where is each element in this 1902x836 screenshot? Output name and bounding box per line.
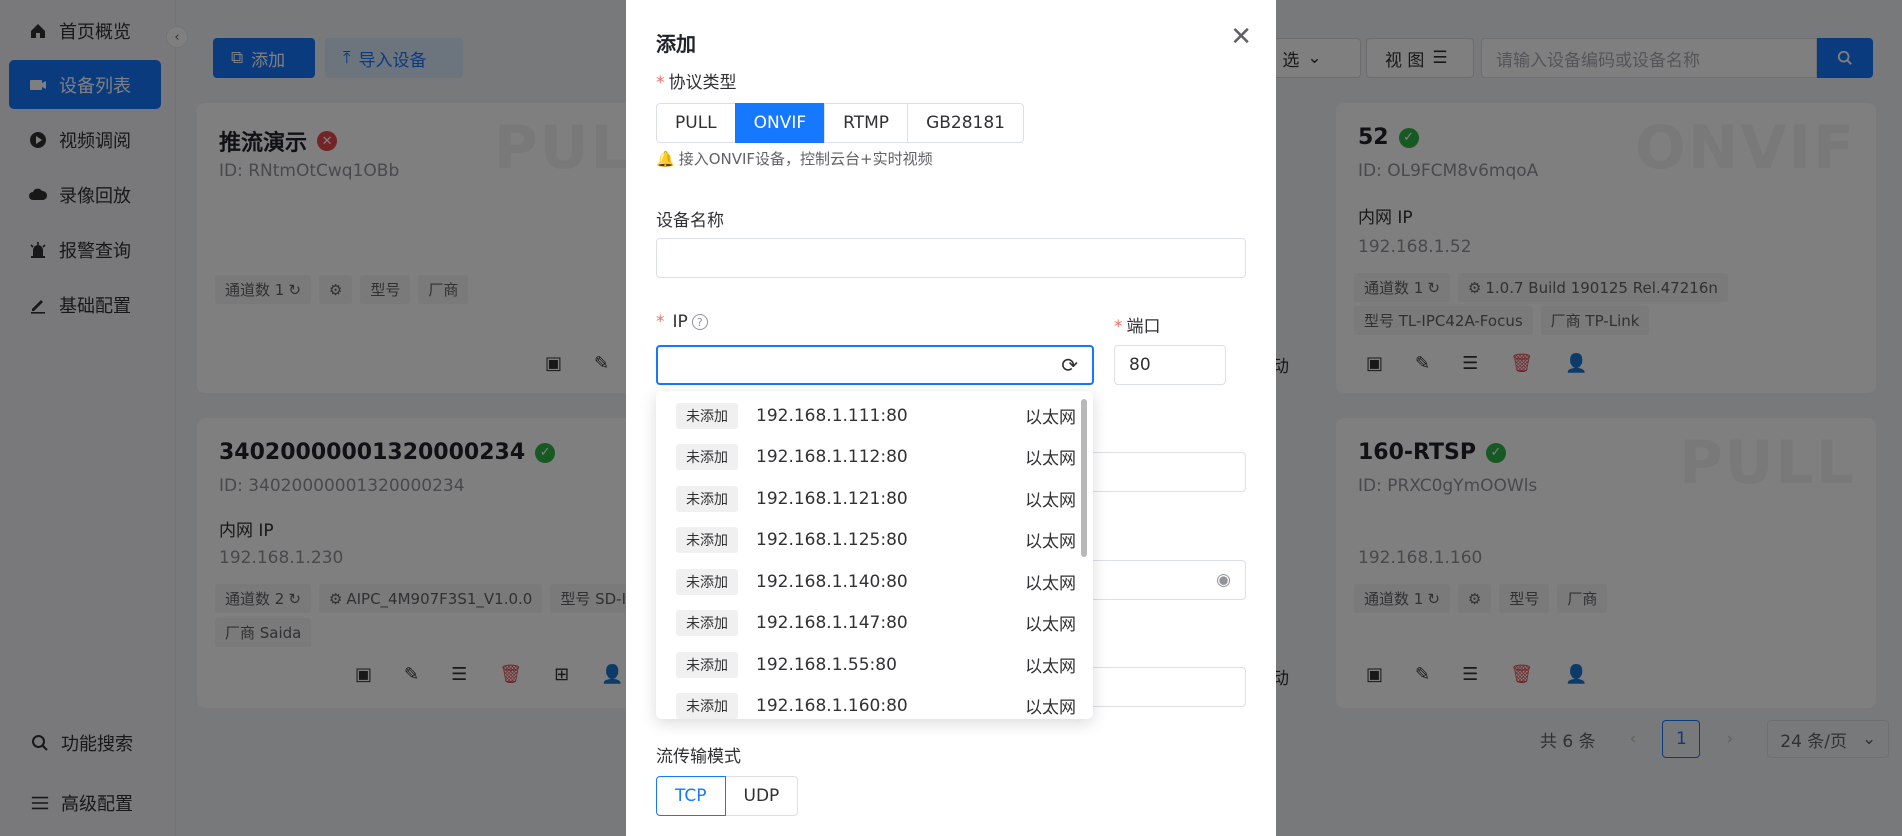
label-text: 端口 [1126,317,1161,337]
hidden-input-1[interactable] [1066,452,1246,492]
ip-address: 192.168.1.125:80 [756,529,908,550]
transport-label: 流传输模式 [656,747,741,767]
protocol-hint: 🔔 接入ONVIF设备，控制云台+实时视频 [656,148,933,169]
network-type: 以太网 [1025,532,1076,552]
protocol-option-gb28181[interactable]: GB28181 [907,103,1024,143]
network-type: 以太网 [1025,491,1076,511]
label-text: IP [672,312,688,332]
status-tag: 未添加 [676,651,738,678]
transport-selector: TCP UDP [656,776,799,816]
status-tag: 未添加 [676,568,738,595]
list-item[interactable]: 未添加 192.168.1.112:80 以太网 [656,436,1076,477]
ip-address: 192.168.1.55:80 [756,654,897,675]
network-type: 以太网 [1025,657,1076,677]
protocol-option-onvif[interactable]: ONVIF [734,103,826,143]
status-tag: 未添加 [676,526,738,553]
label-text: 协议类型 [668,73,737,93]
ip-label: * IP? [656,312,708,332]
network-type: 以太网 [1025,408,1076,428]
port-value: 80 [1129,355,1151,375]
protocol-option-rtmp[interactable]: RTMP [824,103,909,143]
protocol-selector: PULL ONVIF RTMP GB28181 [656,103,1024,143]
network-type: 以太网 [1025,615,1076,635]
list-item[interactable]: 未添加 192.168.1.147:80 以太网 [656,602,1076,643]
ip-address: 192.168.1.111:80 [756,405,908,426]
status-tag: 未添加 [676,609,738,636]
hint-text: 接入ONVIF设备，控制云台+实时视频 [678,150,933,168]
ip-address: 192.168.1.160:80 [756,695,908,716]
ip-address: 192.168.1.121:80 [756,488,908,509]
transport-option-udp[interactable]: UDP [724,776,799,816]
list-item[interactable]: 未添加 192.168.1.121:80 以太网 [656,478,1076,519]
list-item[interactable]: 未添加 192.168.1.111:80 以太网 [656,395,1076,436]
list-item[interactable]: 未添加 192.168.1.160:80 以太网 [656,685,1076,719]
ip-suggestion-dropdown: 未添加 192.168.1.111:80 以太网 未添加 192.168.1.1… [656,391,1093,719]
protocol-label: * 协议类型 [656,73,737,93]
network-type: 以太网 [1025,698,1076,718]
transport-option-tcp[interactable]: TCP [656,776,726,816]
ip-input[interactable]: ⟳ [656,345,1094,385]
status-tag: 未添加 [676,692,738,719]
ip-address: 192.168.1.147:80 [756,612,908,633]
help-icon[interactable]: ? [691,314,708,330]
ip-address: 192.168.1.112:80 [756,446,908,467]
device-name-input[interactable] [656,238,1246,278]
dropdown-scrollbar[interactable] [1081,399,1087,557]
network-type: 以太网 [1025,574,1076,594]
ip-address: 192.168.1.140:80 [756,571,908,592]
network-type: 以太网 [1025,449,1076,469]
hidden-input-2[interactable] [1066,667,1246,707]
close-icon[interactable]: ✕ [1230,22,1252,52]
port-input[interactable]: 80 [1114,345,1226,385]
dialog-title: 添加 [656,32,696,56]
list-item[interactable]: 未添加 192.168.1.125:80 以太网 [656,519,1076,560]
list-item[interactable]: 未添加 192.168.1.140:80 以太网 [656,561,1076,602]
device-name-label: 设备名称 [656,211,724,231]
status-tag: 未添加 [676,443,738,470]
protocol-option-pull[interactable]: PULL [656,103,736,143]
bell-icon: 🔔 [656,149,675,168]
status-tag: 未添加 [676,485,738,512]
status-tag: 未添加 [676,402,738,429]
eye-off-icon[interactable]: ◉ [1216,570,1231,590]
refresh-icon[interactable]: ⟳ [1061,353,1078,377]
list-item[interactable]: 未添加 192.168.1.55:80 以太网 [656,644,1076,685]
port-label: * 端口 [1114,317,1161,337]
password-input[interactable]: ◉ [1066,560,1246,600]
